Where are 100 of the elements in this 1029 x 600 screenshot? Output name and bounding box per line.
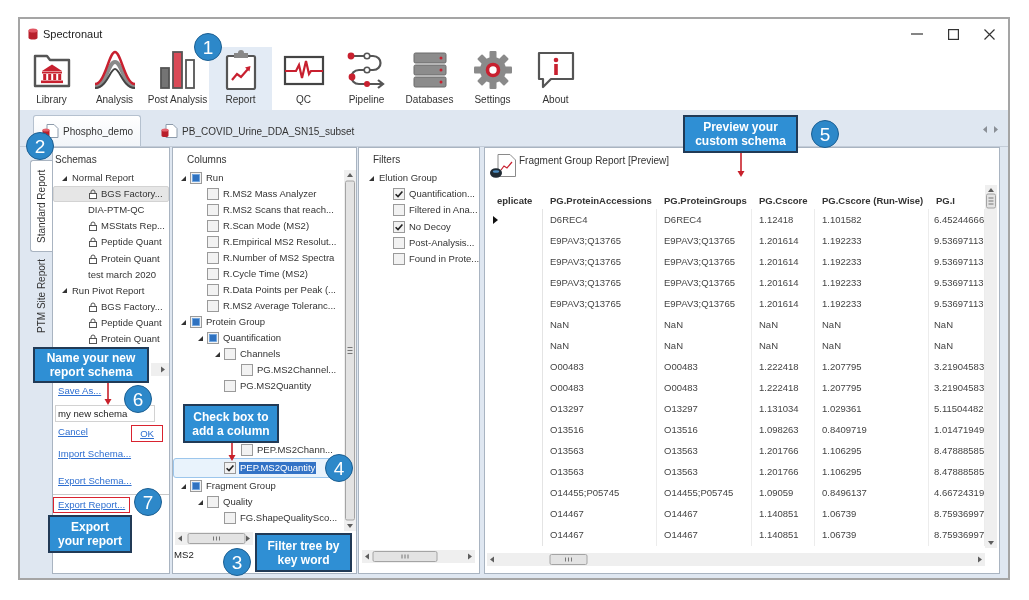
expanded-arrow-icon[interactable] [180,175,186,181]
tree-item[interactable]: Quantification [222,332,283,344]
tree-item[interactable]: Peptide Quant [100,236,163,249]
checkbox[interactable] [241,364,253,376]
maximize-icon[interactable] [948,28,959,40]
column-header[interactable]: PG.ProteinAccessions [550,195,652,207]
checkbox[interactable] [207,220,219,232]
tree-item[interactable]: Found in Prote... [408,253,481,266]
expanded-arrow-icon[interactable] [197,335,203,341]
tree-item[interactable]: R.Number of MS2 Spectra [222,252,336,264]
checkbox[interactable] [190,316,202,328]
tree-item[interactable]: Run Pivot Report [71,284,146,297]
tree-item[interactable]: MSStats Rep... [100,220,166,233]
checkbox[interactable] [207,252,219,264]
tree-item[interactable]: Elution Group [378,172,439,185]
horizontal-scrollbar[interactable] [151,363,169,376]
tree-item[interactable]: Post-Analysis... [408,236,476,249]
checkbox[interactable] [393,204,405,217]
checkbox[interactable] [207,204,219,216]
checkbox[interactable] [207,332,219,344]
checkbox[interactable] [393,236,405,249]
toolbar-button[interactable]: Analysis [83,47,146,110]
checkbox[interactable] [207,284,219,296]
tree-item[interactable]: Protein Quant [100,333,161,345]
tree-item[interactable]: DIA-PTM-QC [87,204,146,217]
tree-item[interactable]: BGS Factory... [100,300,164,313]
toolbar-button[interactable]: Settings [461,47,524,110]
schema-name-field[interactable]: my new schema [55,405,155,422]
tree-item[interactable]: R.Empirical MS2 Resolut... [222,236,338,248]
toolbar-button[interactable]: About [524,47,587,110]
checkbox[interactable] [224,348,236,360]
tree-item[interactable]: Peptide Quant [100,316,163,329]
link[interactable]: Export Report... [53,497,131,513]
tree-item[interactable]: Protein Quant [100,252,161,265]
link[interactable]: Import Schema... [53,446,137,462]
checkbox[interactable] [207,268,219,280]
tree-item[interactable]: PG.MS2Quantity [239,380,313,392]
toolbar-button[interactable]: Databases [398,47,461,110]
checkbox[interactable] [241,444,253,456]
horizontal-scrollbar[interactable] [362,550,475,563]
tree-item[interactable]: R.Cycle Time (MS2) [222,268,309,280]
link[interactable]: Export Schema... [53,473,137,489]
vertical-scrollbar[interactable] [985,185,997,548]
tree-item[interactable]: PEP.MS2Quantity [239,462,317,474]
column-header[interactable]: PG.I [936,195,955,207]
checkbox[interactable] [224,512,236,524]
checkbox[interactable] [207,236,219,248]
tree-item[interactable]: Run [205,172,225,184]
checkbox[interactable] [190,480,202,492]
tree-item[interactable]: Quantification... [408,188,476,201]
tree-item[interactable]: test march 2020 [87,268,158,281]
tree-item[interactable]: R.Scan Mode (MS2) [222,220,311,232]
tree-item[interactable]: No Decoy [408,220,452,233]
toolbar-button[interactable]: Library [20,47,83,110]
tree-item[interactable]: Fragment Group [205,480,277,492]
expanded-arrow-icon[interactable] [368,175,374,181]
link[interactable]: Save As... [53,383,107,399]
checkbox[interactable] [224,380,236,392]
tree-item[interactable]: Normal Report [71,172,135,185]
tree-item[interactable]: FG.ShapeQualitySco... [239,512,339,524]
scroll-right-icon[interactable] [994,125,998,133]
toolbar-button[interactable]: Pipeline [335,47,398,110]
checkbox[interactable] [393,220,405,233]
horizontal-scrollbar[interactable] [175,532,253,545]
tree-item[interactable]: Protein Group [205,316,267,328]
report-type-tab[interactable]: Standard Report [30,160,52,252]
tree-item[interactable]: Quality [222,496,254,508]
horizontal-scrollbar[interactable] [487,553,985,566]
link[interactable]: Cancel [53,424,93,440]
checkbox[interactable] [207,300,219,312]
tree-item[interactable]: R.MS2 Average Toleranc... [222,300,337,312]
close-icon[interactable] [984,28,995,40]
expanded-arrow-icon[interactable] [61,175,67,181]
checkbox[interactable] [190,172,202,184]
tree-item[interactable]: BGS Factory... [100,188,164,201]
expanded-arrow-icon[interactable] [214,351,220,357]
column-header[interactable]: PG.ProteinGroups [664,195,747,207]
expanded-arrow-icon[interactable] [180,319,186,325]
document-tab[interactable]: PB_COVID_Urine_DDA_SN15_subset [152,115,363,146]
link[interactable]: OK [131,425,163,442]
checkbox[interactable] [224,462,236,474]
tree-item[interactable]: PEP.MS2Chann... [256,444,334,456]
checkbox[interactable] [393,188,405,201]
vertical-scrollbar[interactable] [344,170,356,531]
tree-item[interactable]: Channels [239,348,282,360]
scroll-left-icon[interactable] [983,125,987,133]
tree-item[interactable]: R.MS2 Scans that reach... [222,204,335,216]
checkbox[interactable] [207,496,219,508]
toolbar-button[interactable]: QC [272,47,335,110]
tree-item[interactable]: Filtered in Ana... [408,204,479,217]
column-header[interactable]: PG.Cscore (Run-Wise) [822,195,924,207]
expanded-arrow-icon[interactable] [180,483,186,489]
tree-item[interactable]: PG.MS2Channel... [256,364,338,376]
report-type-tab[interactable]: PTM Site Report [30,252,52,340]
column-header[interactable]: PG.Cscore [759,195,808,207]
column-header[interactable]: eplicate [497,195,533,207]
checkbox[interactable] [393,253,405,266]
tree-item[interactable]: R.Data Points per Peak (... [222,284,337,296]
tree-item[interactable]: R.MS2 Mass Analyzer [222,188,318,200]
expanded-arrow-icon[interactable] [61,288,67,294]
